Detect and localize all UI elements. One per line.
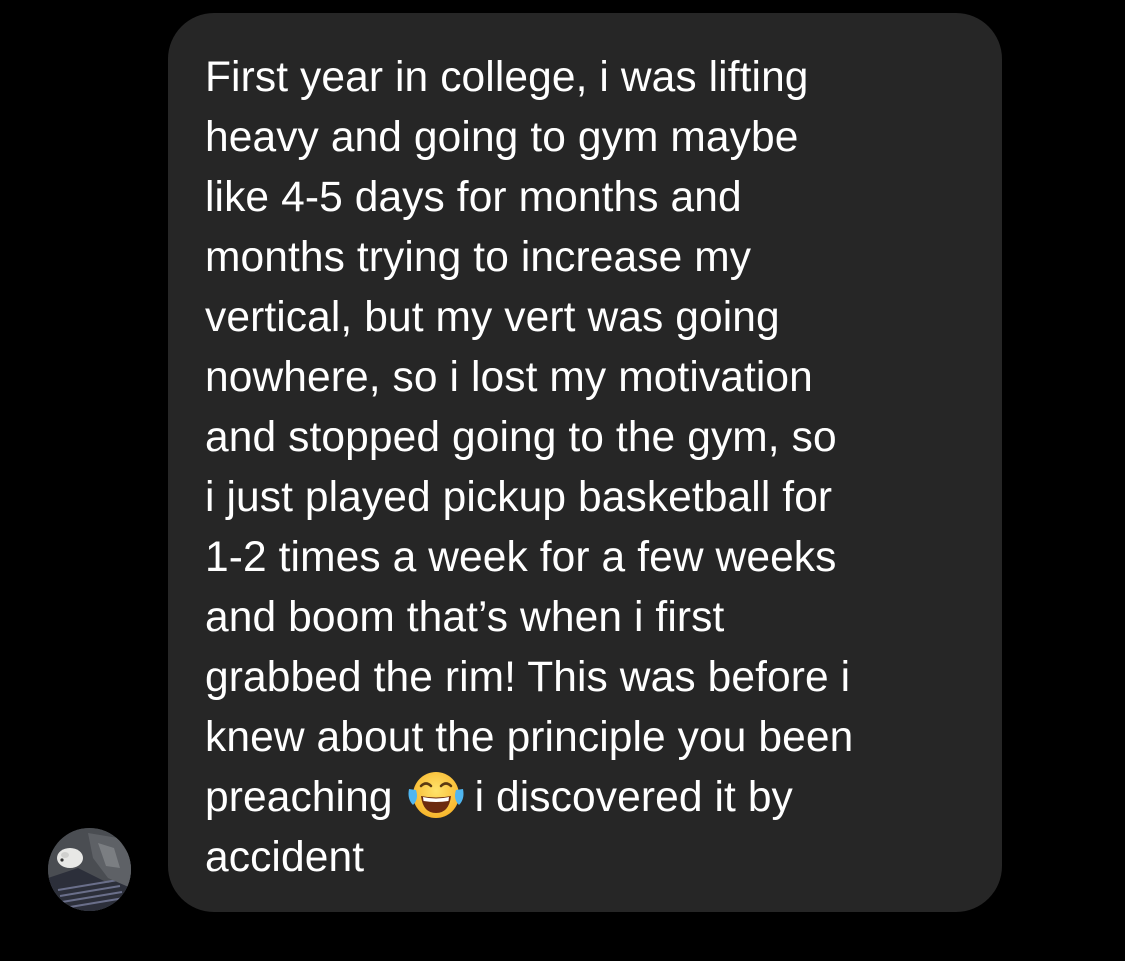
message-line: vertical, but my vert was going xyxy=(205,294,780,341)
chat-area: First year in college, i was lifting hea… xyxy=(0,0,1125,961)
message-segment: i discovered it by xyxy=(474,774,793,821)
message-bubble[interactable]: First year in college, i was lifting hea… xyxy=(168,13,1002,912)
message-line: months trying to increase my xyxy=(205,234,752,281)
message-line: heavy and going to gym maybe xyxy=(205,114,799,161)
avatar-photo-icon xyxy=(48,828,131,911)
message-line-with-emoji: preaching i discovered it by xyxy=(205,768,985,828)
sender-avatar[interactable] xyxy=(48,828,131,911)
face-with-tears-of-joy-icon xyxy=(407,769,465,821)
message-line: i just played pickup basketball for xyxy=(205,474,833,521)
incoming-message-row: First year in college, i was lifting hea… xyxy=(0,0,1125,961)
message-line: First year in college, i was lifting xyxy=(205,54,809,101)
message-segment: preaching xyxy=(205,774,393,821)
message-line: like 4-5 days for months and xyxy=(205,174,742,221)
message-line: knew about the principle you been xyxy=(205,714,854,761)
message-text: First year in college, i was lifting hea… xyxy=(205,48,985,888)
message-line: and stopped going to the gym, so xyxy=(205,414,837,461)
message-line: nowhere, so i lost my motivation xyxy=(205,354,813,401)
message-line: grabbed the rim! This was before i xyxy=(205,654,851,701)
message-line: and boom that’s when i first xyxy=(205,594,725,641)
message-line: accident xyxy=(205,834,365,881)
message-line: 1-2 times a week for a few weeks xyxy=(205,534,837,581)
